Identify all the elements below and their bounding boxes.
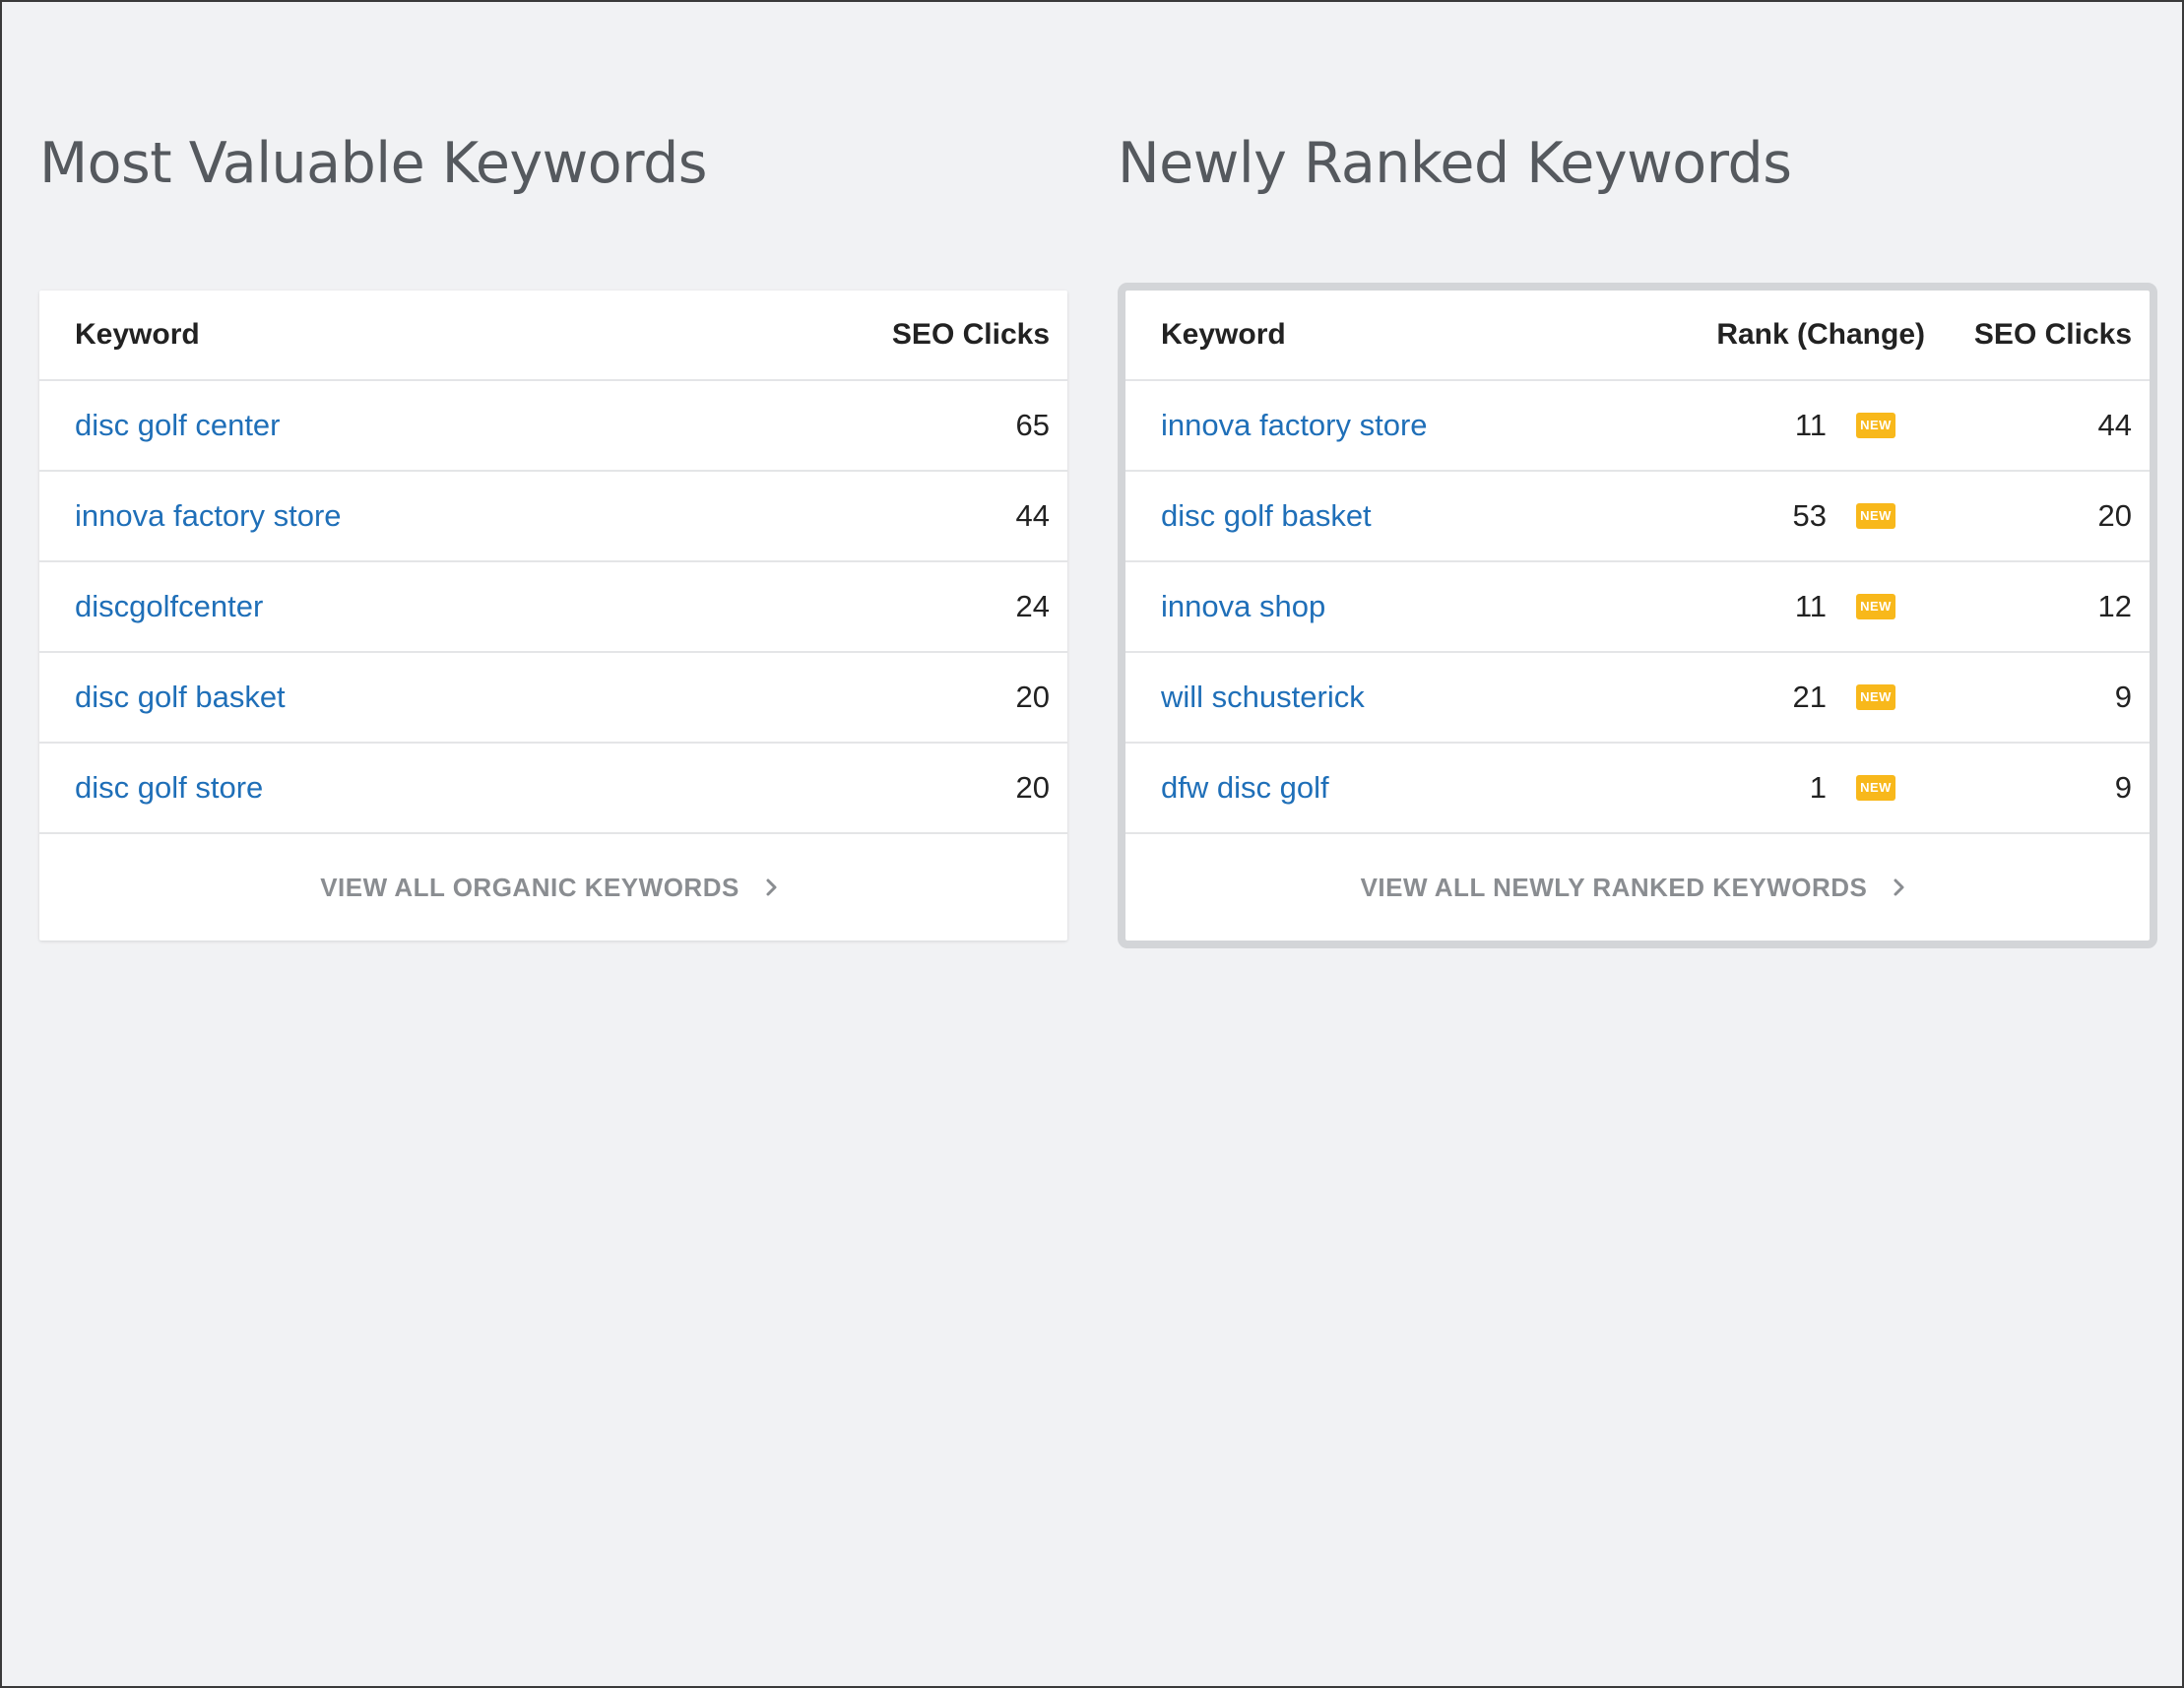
- newly-ranked-keywords-section: Newly Ranked Keywords Keyword Rank (Chan…: [1118, 118, 2157, 948]
- keyword-link[interactable]: discgolfcenter: [75, 589, 263, 623]
- keyword-link[interactable]: dfw disc golf: [1161, 770, 1329, 805]
- chevron-right-icon: [1894, 878, 1904, 896]
- rank-value: 11: [1794, 589, 1827, 623]
- seo-clicks-column-header: SEO Clicks: [1973, 318, 2132, 351]
- keyword-link[interactable]: innova shop: [1161, 589, 1325, 623]
- keyword-link[interactable]: disc golf store: [75, 770, 263, 805]
- table-row: discgolfcenter 24: [39, 562, 1067, 653]
- new-badge: NEW: [1856, 594, 1895, 619]
- seo-clicks-value: 44: [2097, 408, 2132, 442]
- table-row: innova shop 11 NEW 12: [1125, 562, 2150, 653]
- table-row: disc golf center 65: [39, 381, 1067, 472]
- seo-clicks-value: 9: [2114, 680, 2132, 714]
- new-badge: NEW: [1856, 775, 1895, 801]
- table-row: will schusterick 21 NEW 9: [1125, 653, 2150, 744]
- keyword-link[interactable]: innova factory store: [1161, 408, 1428, 442]
- seo-clicks-value: 9: [2114, 770, 2132, 805]
- seo-clicks-value: 20: [1015, 770, 1050, 805]
- table-row: disc golf basket 53 NEW 20: [1125, 472, 2150, 562]
- rank-value: 53: [1792, 498, 1827, 533]
- most-valuable-keywords-title: Most Valuable Keywords: [39, 131, 707, 196]
- keyword-column-header: Keyword: [1161, 318, 1286, 351]
- table-row: innova factory store 11 NEW 44: [1125, 381, 2150, 472]
- seo-clicks-value: 24: [1015, 589, 1050, 623]
- view-all-organic-keywords-link[interactable]: VIEW ALL ORGANIC KEYWORDS: [39, 834, 1067, 941]
- seo-clicks-value: 20: [1015, 680, 1050, 714]
- most-valuable-keywords-card: Keyword SEO Clicks disc golf center 65 i…: [39, 291, 1067, 941]
- newly-ranked-keywords-title: Newly Ranked Keywords: [1118, 131, 1792, 196]
- view-all-organic-keywords-label: VIEW ALL ORGANIC KEYWORDS: [320, 872, 739, 902]
- rank-value: 21: [1792, 680, 1827, 714]
- keyword-link[interactable]: innova factory store: [75, 498, 342, 533]
- table-header: Keyword SEO Clicks: [39, 291, 1067, 381]
- table-row: disc golf basket 20: [39, 653, 1067, 744]
- seo-clicks-value: 20: [2097, 498, 2132, 533]
- table-row: dfw disc golf 1 NEW 9: [1125, 744, 2150, 834]
- most-valuable-keywords-section: Most Valuable Keywords Keyword SEO Click…: [39, 118, 1067, 941]
- keyword-link[interactable]: disc golf basket: [1161, 498, 1372, 533]
- new-badge: NEW: [1856, 684, 1895, 710]
- newly-ranked-keywords-card: Keyword Rank (Change) SEO Clicks innova …: [1118, 283, 2157, 948]
- keyword-link[interactable]: disc golf basket: [75, 680, 286, 714]
- table-header: Keyword Rank (Change) SEO Clicks: [1125, 291, 2150, 381]
- table-row: disc golf store 20: [39, 744, 1067, 834]
- seo-clicks-column-header: SEO Clicks: [891, 318, 1050, 351]
- keyword-column-header: Keyword: [75, 318, 200, 351]
- table-row: innova factory store 44: [39, 472, 1067, 562]
- seo-clicks-value: 65: [1015, 408, 1050, 442]
- view-all-newly-ranked-keywords-label: VIEW ALL NEWLY RANKED KEYWORDS: [1360, 872, 1868, 902]
- rank-value: 11: [1794, 408, 1827, 442]
- new-badge: NEW: [1856, 413, 1895, 438]
- view-all-newly-ranked-keywords-link[interactable]: VIEW ALL NEWLY RANKED KEYWORDS: [1125, 834, 2150, 941]
- new-badge: NEW: [1856, 503, 1895, 529]
- rank-change-column-header: Rank (Change): [1716, 318, 1925, 351]
- keyword-link[interactable]: will schusterick: [1161, 680, 1365, 714]
- keyword-link[interactable]: disc golf center: [75, 408, 281, 442]
- rank-value: 1: [1809, 770, 1827, 805]
- seo-clicks-value: 12: [2097, 589, 2132, 623]
- seo-clicks-value: 44: [1015, 498, 1050, 533]
- chevron-right-icon: [766, 878, 777, 896]
